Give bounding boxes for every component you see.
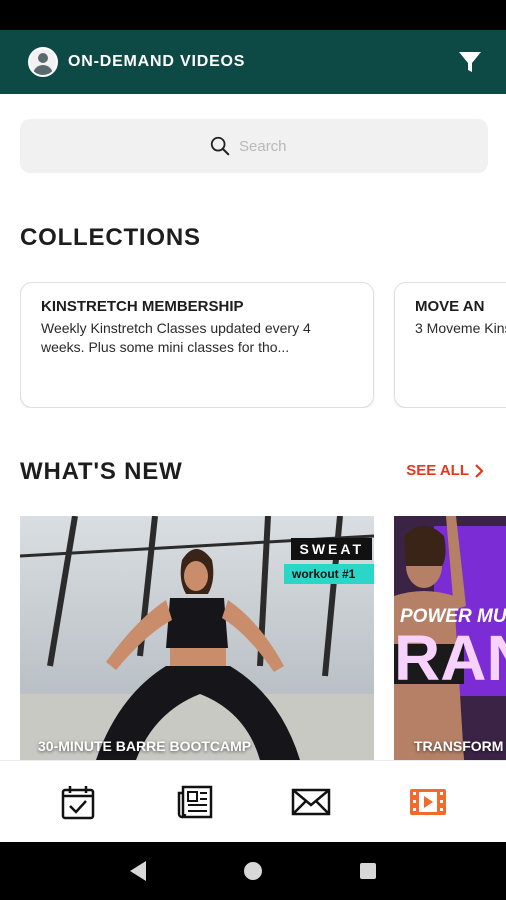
see-all-label: SEE ALL [406,462,469,479]
video-title: TRANSFORM [414,738,504,754]
search-bar[interactable] [20,119,488,173]
newspaper-icon [177,785,212,818]
system-navigation-bar [0,842,506,900]
bottom-navigation [0,760,506,842]
search-icon [210,136,230,156]
collections-carousel[interactable]: KINSTRETCH MEMBERSHIP Weekly Kinstretch … [20,282,506,408]
search-input[interactable] [239,137,299,155]
whats-new-heading: WHAT'S NEW [20,458,183,485]
collection-card[interactable]: KINSTRETCH MEMBERSHIP Weekly Kinstretch … [20,282,374,408]
chevron-right-icon [475,463,484,478]
envelope-icon [292,788,331,815]
nav-videos[interactable] [398,777,458,827]
filter-icon[interactable] [456,48,484,76]
video-card[interactable]: POWER MUS RAN TRANSFORM [394,516,506,760]
recents-square-icon [360,863,377,879]
calendar-check-icon [62,785,95,819]
see-all-link[interactable]: SEE ALL [406,462,484,479]
collection-description: 3 Moveme Kinstretch [415,320,506,336]
home-button[interactable] [238,856,268,886]
promo-overlay-big: RAN [394,622,506,694]
recents-button[interactable] [353,856,383,886]
user-avatar-icon[interactable] [28,47,58,77]
workout-badge: workout #1 [284,564,374,584]
collection-description: Weekly Kinstretch Classes updated every … [41,320,311,355]
back-button[interactable] [123,856,153,886]
collection-title: MOVE AN [415,298,485,315]
collections-heading: COLLECTIONS [20,224,201,251]
video-card[interactable]: SWEAT workout #1 30-MINUTE BARRE BOOTCAM… [20,516,374,760]
nav-calendar[interactable] [48,777,108,827]
video-icon [409,788,446,815]
nav-news[interactable] [165,777,225,827]
back-triangle-icon [129,861,146,881]
status-bar [0,0,506,30]
nav-messages[interactable] [281,777,341,827]
collection-title: KINSTRETCH MEMBERSHIP [41,298,244,315]
video-title: 30-MINUTE BARRE BOOTCAMP [38,738,252,754]
collection-card[interactable]: MOVE AN 3 Moveme Kinstretch [394,282,506,408]
sweat-badge: SWEAT [291,538,372,560]
page-title: ON-DEMAND VIDEOS [68,53,246,70]
app-bar: ON-DEMAND VIDEOS [0,30,506,94]
home-circle-icon [243,862,262,880]
whats-new-carousel[interactable]: SWEAT workout #1 30-MINUTE BARRE BOOTCAM… [20,516,506,760]
